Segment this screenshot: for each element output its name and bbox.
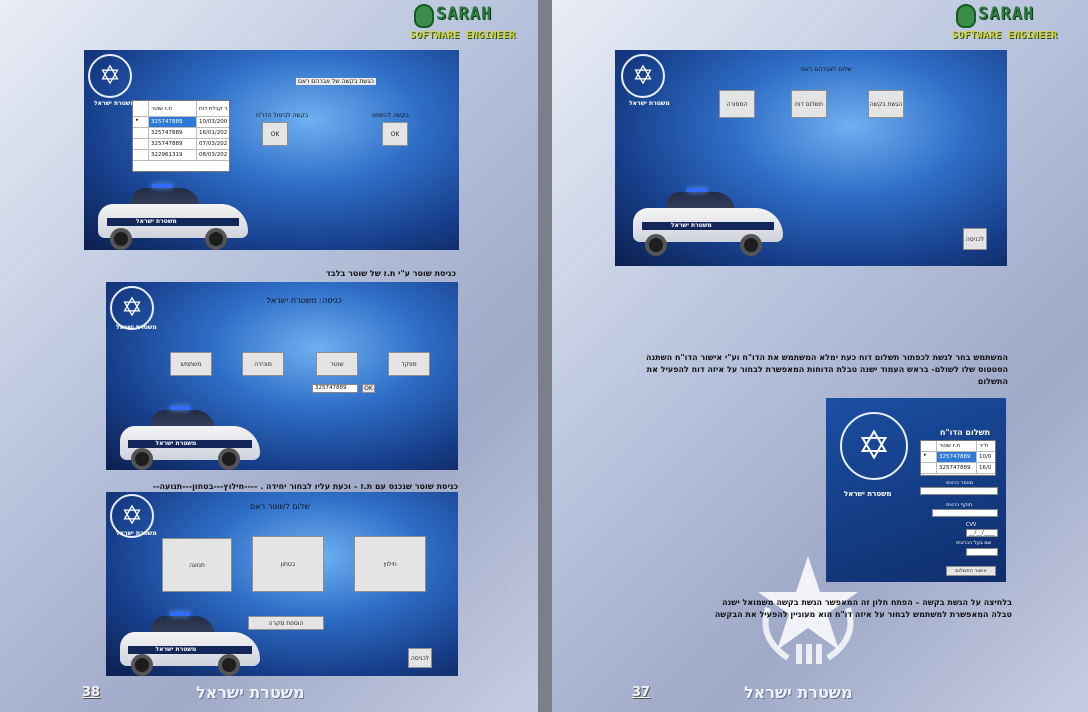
user-menu-screen-shot: ✡ משטרת ישראל שלום לאברהם ראם הגשת בקשה …: [615, 50, 1007, 266]
police-emblem-icon: ✡: [621, 54, 665, 98]
submit-request-button[interactable]: הגשת בקשה: [868, 90, 904, 118]
table-row[interactable]: 32296131908/03/2022: [133, 150, 229, 161]
screen-header: הגשת בקשה של אברהם ראם: [296, 78, 376, 85]
back-to-login-button[interactable]: לכניסה: [963, 228, 987, 250]
logo-face-icon: [414, 4, 434, 28]
officer-button[interactable]: שוטר: [316, 352, 358, 376]
request-screen-shot: ✡ משטרת ישראל הגשת בקשה של אברהם ראם ת.ז…: [84, 50, 459, 250]
card-number-input[interactable]: [920, 487, 998, 495]
greeting-title: שלום לאברהם ראם: [801, 66, 852, 73]
payment-title: תשלום הדו"ח: [940, 428, 991, 437]
secretary-button[interactable]: מוכירה: [242, 352, 284, 376]
sarah-logo: SARAH SOFTWARE ENGINEER: [952, 4, 1058, 41]
police-car-image: משטרת ישראל: [633, 188, 783, 256]
footer-title: משטרת ישראל: [744, 683, 853, 702]
ok-button-request[interactable]: OK: [382, 122, 408, 146]
user-button[interactable]: משתמש: [170, 352, 212, 376]
login-screen-shot: ✡ משטרת ישראל כניסה: משטרת ישראל משתמש מ…: [106, 282, 458, 470]
pay-report-button[interactable]: תשלום דוח: [791, 90, 827, 118]
page-number: 38: [82, 685, 101, 700]
cardholder-input[interactable]: [966, 548, 998, 556]
police-car-image: משטרת ישראל: [120, 406, 260, 470]
page-37: SARAH SOFTWARE ENGINEER ✡ משטרת ישראל של…: [552, 0, 1088, 712]
payment-reports-table[interactable]: ת.ז שוטר ת'יר ▸ 325747889 10/0 325747889 16/…: [920, 440, 996, 476]
police-emblem-icon: ✡: [840, 412, 908, 480]
back-to-login-button[interactable]: לכניסה: [408, 648, 432, 668]
commander-button[interactable]: מפקד: [388, 352, 430, 376]
police-car-image: משטרת ישראל: [98, 184, 248, 250]
paragraph-payment: המשתמש בחר לגשת לכפתור תשלום דוח כעת ימל…: [646, 353, 1008, 386]
table-row[interactable]: 32574788907/03/2022: [133, 139, 229, 150]
greeting-title: שלום לשוטר ראם: [250, 502, 311, 511]
date-input[interactable]: __/__/____: [966, 529, 998, 537]
table-row[interactable]: 325747889 16/0: [921, 463, 995, 474]
paragraph-request: בלחיצה על הגשת בקשה – הפתח חלון זה המאפש…: [714, 598, 1012, 619]
logo-face-icon: [956, 4, 976, 28]
police-emblem-icon: ✡: [88, 54, 132, 98]
officer-id-input[interactable]: 325747889: [312, 384, 358, 393]
page-38: SARAH SOFTWARE ENGINEER ✡ משטרת ישראל הג…: [0, 0, 538, 712]
unit-select-screen-shot: ✡ משטרת ישראל שלום לשוטר ראם תנועה בטחון…: [106, 492, 458, 676]
table-row[interactable]: 32574788916/01/2020: [133, 128, 229, 139]
table-row[interactable]: ▸32574788910/03/2000: [133, 117, 229, 128]
confirm-payment-button[interactable]: אישור התשלום: [946, 566, 996, 576]
sarah-logo: SARAH SOFTWARE ENGINEER: [410, 4, 516, 41]
rescue-button[interactable]: חילוץ: [354, 536, 426, 592]
card-expiry-input[interactable]: [932, 509, 998, 517]
security-button[interactable]: בטחון: [252, 536, 324, 592]
mesorah-button[interactable]: המסורה: [719, 90, 755, 118]
police-car-image: משטרת ישראל: [120, 612, 260, 676]
reports-table[interactable]: ת.ז שוטר ת'יר קבלת דוח ▸32574788910/03/2…: [132, 100, 230, 172]
table-row[interactable]: ▸ 325747889 10/0: [921, 452, 995, 463]
login-title: כניסה: משטרת ישראל: [266, 296, 342, 305]
login-ok-button[interactable]: OK: [362, 384, 375, 393]
caption-login: כניסת שוטר ע"י ת.ז של שוטר בלבד: [325, 269, 456, 278]
ok-button-cancel-report[interactable]: OK: [262, 122, 288, 146]
page-number: 37: [632, 685, 651, 700]
footer-title: משטרת ישראל: [196, 683, 305, 702]
traffic-button[interactable]: תנועה: [162, 538, 232, 592]
